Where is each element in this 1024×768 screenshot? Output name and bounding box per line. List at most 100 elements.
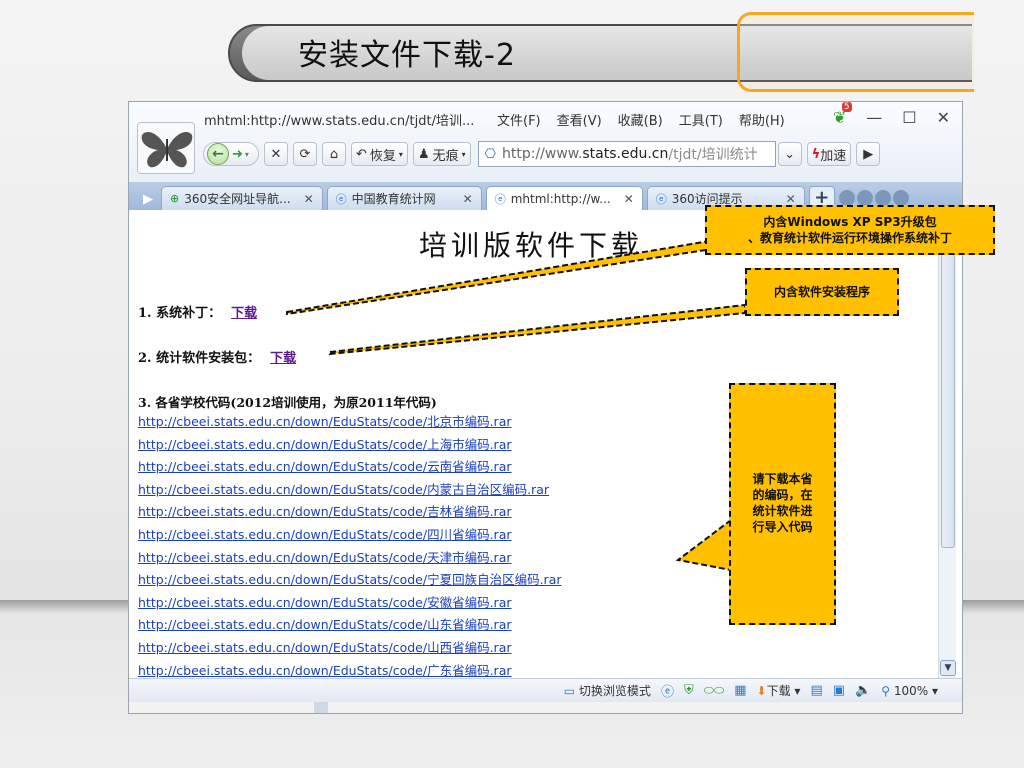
switch-mode-button[interactable]: ▭ 切换浏览模式 [564,682,651,699]
minimize-icon[interactable]: — [866,108,882,127]
status-bar: ▭ 切换浏览模式 ⓔ ⛨ ⬭⬭ ▦ ⬇下载 ▾ ▤ ▣ 🔈 ⚲ 100% ▾ [129,678,962,702]
forward-arrow-icon[interactable]: ➜ [232,147,243,162]
tab-label: 360安全网址导航... [184,192,291,206]
toggle-icon[interactable]: ⬭⬭ [704,683,725,698]
download-button[interactable]: ⬇下载 ▾ [757,682,801,699]
page-icon: ⎔ [484,146,496,162]
screen-icon[interactable]: ▣ [833,683,845,698]
callout-codes-line4: 行导入代码 [752,520,813,534]
shield-icon[interactable]: ⛨ [684,683,694,698]
tab-close-icon[interactable]: ✕ [624,192,634,206]
menu-help[interactable]: 帮助(H) [739,110,785,129]
code-link-jilin[interactable]: http://cbeei.stats.edu.cn/down/EduStats/… [138,501,562,524]
below-area [129,702,962,713]
window-title: mhtml:http://www.stats.edu.cn/tjdt/培训... [204,114,475,129]
notification-leaf-icon[interactable]: ❦ 5 [833,102,852,127]
code-link-shanghai[interactable]: http://cbeei.stats.edu.cn/down/EduStats/… [138,434,562,457]
tab-close-icon[interactable]: ✕ [463,192,473,206]
zoom-control[interactable]: ⚲ 100% ▾ [881,684,938,698]
code-link-beijing[interactable]: http://cbeei.stats.edu.cn/down/EduStats/… [138,411,562,434]
magnifier-icon: ⚲ [881,683,891,698]
zoom-value: 100% [893,683,929,698]
code-link-guangdong[interactable]: http://cbeei.stats.edu.cn/down/EduStats/… [138,660,562,678]
home-button[interactable]: ⌂ [322,142,346,166]
speed-up-button[interactable]: ϟ 加速 [806,142,852,166]
sidebar-toggle-icon[interactable]: ▶ [135,188,161,210]
more-button[interactable]: ▶ [856,142,881,166]
item-system-patch: 1. 系统补丁： 下载 [138,302,257,321]
chevron-right-icon: ▶ [863,146,874,162]
tab-close-icon[interactable]: ✕ [304,192,314,206]
page-heading: 培训版软件下载 [419,229,644,262]
vertical-scrollbar[interactable]: ▼ [938,210,956,678]
callout-codes-line1: 请下载本省 [752,472,813,486]
incognito-label: 无痕 [432,148,459,164]
ie-icon[interactable]: ⓔ [661,681,674,700]
code-link-shanxi[interactable]: http://cbeei.stats.edu.cn/down/EduStats/… [138,637,562,660]
incognito-icon: ♟ [417,146,430,162]
browser-chrome: mhtml:http://www.stats.edu.cn/tjdt/培训...… [129,102,962,182]
code-link-yunnan[interactable]: http://cbeei.stats.edu.cn/down/EduStats/… [138,456,562,479]
code-link-anhui[interactable]: http://cbeei.stats.edu.cn/down/EduStats/… [138,592,562,615]
refresh-icon: ⟳ [299,146,311,162]
menu-view[interactable]: 查看(V) [557,110,602,129]
back-button[interactable]: ← ➜ ▾ [203,142,259,166]
callout-codes-info: 请下载本省 的编码，在 统计软件进 行导入代码 [729,383,836,625]
download-label: 下载 [766,684,791,698]
slide-title: 安装文件下载-2 [298,38,516,73]
item-label: 2. 统计软件安装包： [138,351,261,366]
menu-tools[interactable]: 工具(T) [679,110,723,129]
address-path: /tjdt/培训统计 [668,147,758,163]
undo-icon: ↶ [356,146,367,162]
slide-title-accent-inner [740,26,972,80]
menu-file[interactable]: 文件(F) [497,110,541,129]
callout-codes-line2: 的编码，在 [752,488,813,502]
download-installer-link[interactable]: 下载 [270,351,296,366]
tab-mhtml-active[interactable]: ⓔ mhtml:http://w... ✕ [485,186,643,210]
stop-icon: ✕ [270,146,282,162]
tab-scroll-controls[interactable] [838,190,909,206]
speaker-icon[interactable]: 🔈 [855,683,871,698]
document-icon[interactable]: ▤ [810,683,822,698]
ie-page-icon: ⓔ [494,192,506,206]
address-host: stats.edu.cn [582,146,669,162]
incognito-button[interactable]: ♟ 无痕 ▾ [412,142,471,166]
ie-page-icon: ⓔ [335,192,347,206]
code-link-tianjin[interactable]: http://cbeei.stats.edu.cn/down/EduStats/… [138,547,562,570]
notification-badge: 5 [841,102,852,112]
scrollbar-thumb[interactable] [941,228,955,548]
code-link-sichuan[interactable]: http://cbeei.stats.edu.cn/down/EduStats/… [138,524,562,547]
restore-button[interactable]: ↶ 恢复 ▾ [351,142,408,166]
restore-label: 恢复 [369,148,396,164]
callout-patch-line2: 、教育统计软件运行环境操作系统补丁 [747,231,952,245]
browser-window: mhtml:http://www.stats.edu.cn/tjdt/培训...… [128,101,963,714]
below-area-bar [314,702,328,713]
close-window-icon[interactable]: ✕ [937,108,950,127]
tab-close-icon[interactable]: ✕ [786,192,796,206]
address-dropdown-button[interactable]: ⌄ [777,142,802,166]
tab-label: 中国教育统计网 [351,192,436,206]
home-icon: ⌂ [329,146,339,162]
item-school-codes: 3. 各省学校代码(2012培训使用，为原2011年代码) [138,395,437,410]
maximize-icon[interactable]: ☐ [902,108,916,127]
callout-patch-info: 内含Windows XP SP3升级包 、教育统计软件运行环境操作系统补丁 [705,205,995,255]
chevron-down-icon: ⌄ [784,146,796,162]
menu-favorites[interactable]: 收藏(B) [618,110,663,129]
download-patch-link[interactable]: 下载 [231,306,257,321]
globe-icon: ⊕ [170,192,180,205]
calculator-icon[interactable]: ▦ [734,683,746,698]
ie-page-icon: ⓔ [655,192,667,206]
refresh-button[interactable]: ⟳ [293,142,317,166]
menu-bar: 文件(F) 查看(V) 收藏(B) 工具(T) 帮助(H) [497,110,785,129]
stop-button[interactable]: ✕ [264,142,288,166]
tab-china-edu-stats[interactable]: ⓔ 中国教育统计网 ✕ [326,186,482,210]
item-label: 1. 系统补丁： [138,306,222,321]
scroll-down-icon[interactable]: ▼ [940,660,956,676]
tab-360-nav[interactable]: ⊕ 360安全网址导航... ✕ [161,186,323,210]
code-link-shandong[interactable]: http://cbeei.stats.edu.cn/down/EduStats/… [138,614,562,637]
address-bar[interactable]: ⎔ http://www. stats.edu.cn/tjdt/培训统计 [477,141,776,167]
navigation-toolbar: ← ➜ ▾ ✕ ⟳ ⌂ ↶ 恢复 ▾ ♟ 无痕 ▾ ⎔ http://www. stats.… [203,140,885,168]
code-link-ningxia[interactable]: http://cbeei.stats.edu.cn/down/EduStats/… [138,569,562,592]
code-link-inner-mongolia[interactable]: http://cbeei.stats.edu.cn/down/EduStats/… [138,479,562,502]
window-controls: ❦ 5 — ☐ ✕ [833,102,950,127]
